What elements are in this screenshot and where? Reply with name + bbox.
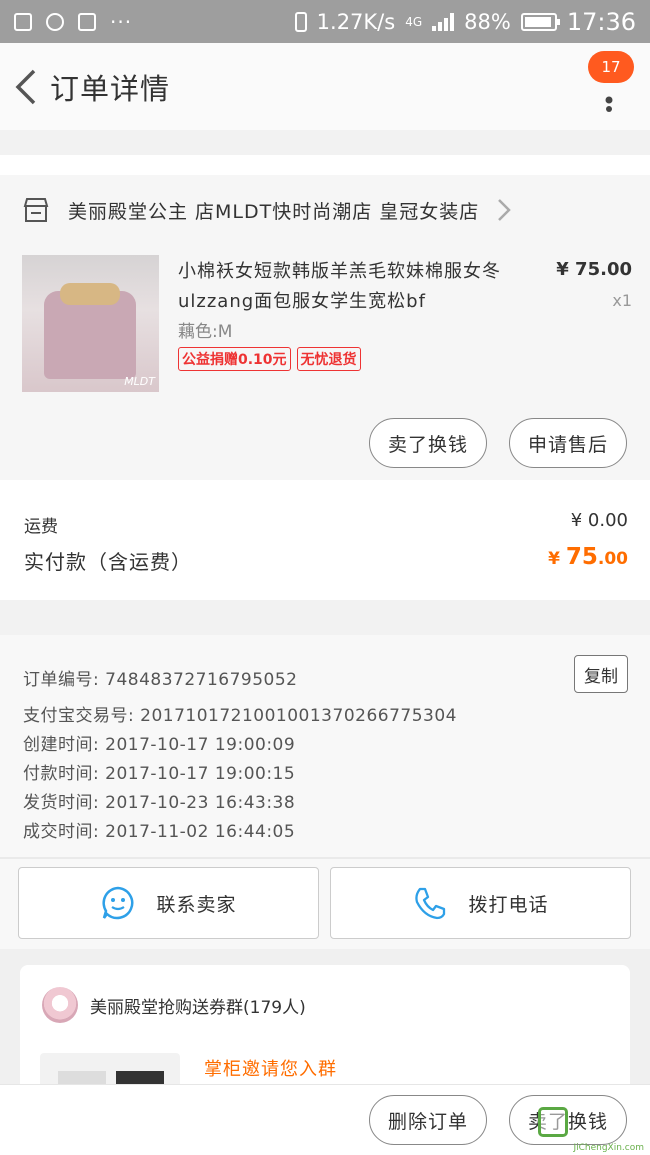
status-left: ··· — [14, 10, 132, 34]
product-spec: 藕色:M — [178, 322, 233, 342]
shipping-label: 运费 — [24, 517, 58, 537]
totals-section: 运费 ¥ 0.00 实付款（含运费） ¥ 75.00 — [0, 480, 650, 600]
chevron-left-icon — [15, 69, 36, 104]
sell-for-cash-button-bottom[interactable]: 卖了换钱 — [509, 1095, 627, 1145]
battery-icon — [520, 12, 560, 31]
completed-time: 成交时间: 2017-11-02 16:44:05 — [23, 822, 296, 842]
shop-name: 美丽殿堂公主 店MLDT快时尚潮店 皇冠女装店 — [68, 200, 480, 223]
clock: 17:36 — [566, 7, 636, 36]
product-title[interactable]: 小棉袄女短款韩版羊羔毛软妹棉服女冬ulzzang面包服女学生宽松bf — [178, 257, 518, 317]
network-speed: 1.27K/s — [316, 9, 396, 34]
chat-bubble-icon — [102, 886, 134, 920]
page-title: 订单详情 — [50, 71, 171, 106]
call-phone-label: 拨打电话 — [468, 893, 549, 916]
product-item: MLDT 小棉袄女短款韩版羊羔毛软妹棉服女冬ulzzang面包服女学生宽松bf … — [0, 245, 650, 480]
group-name: 美丽殿堂抢购送券群(179人) — [90, 998, 306, 1018]
status-right: 1.27K/s 4G 88% 17:36 — [294, 7, 636, 36]
collar-illustration — [60, 283, 120, 305]
shipped-time: 发货时间: 2017-10-23 16:43:38 — [23, 793, 296, 813]
product-price: ¥ 75.00 — [556, 259, 632, 280]
bottom-action-bar: 删除订单 卖了换钱 JiChengXin.com — [0, 1084, 650, 1155]
image-watermark: MLDT — [124, 375, 155, 388]
divider — [0, 600, 650, 635]
shipping-value: ¥ 0.00 — [570, 510, 628, 531]
nav-header: 订单详情 17 — [0, 43, 650, 130]
product-tags: 公益捐赠0.10元 无忧退货 — [178, 347, 361, 371]
delete-order-button[interactable]: 删除订单 — [369, 1095, 487, 1145]
network-type: 4G — [405, 14, 423, 29]
paid-integer: 75 — [565, 544, 598, 570]
copy-button[interactable]: 复制 — [574, 655, 628, 693]
group-section: 美丽殿堂抢购送券群(179人) 掌柜邀请您入群 — [0, 949, 650, 1113]
group-avatar — [42, 987, 78, 1023]
free-return-tag: 无忧退货 — [296, 347, 361, 371]
paid-currency: ¥ — [548, 549, 566, 569]
site-watermark: JiChengXin.com — [573, 1143, 644, 1153]
more-vertical-icon — [605, 96, 613, 112]
screenshot-icon — [78, 12, 96, 31]
after-sale-button[interactable]: 申请售后 — [509, 418, 627, 468]
vibrate-icon — [294, 11, 307, 32]
back-button[interactable] — [6, 43, 46, 130]
contact-seller-button[interactable]: 联系卖家 — [18, 867, 319, 939]
gallery-icon — [14, 12, 32, 31]
paid-amount: ¥ 75.00 — [548, 544, 628, 570]
order-info: 订单编号: 74848372716795052 支付宝交易号: 20171017… — [0, 635, 650, 857]
phone-icon — [415, 887, 446, 920]
battery-percent: 88% — [464, 9, 511, 34]
product-image[interactable]: MLDT — [22, 255, 159, 392]
group-invite-text[interactable]: 掌柜邀请您入群 — [204, 1055, 337, 1081]
product-quantity: x1 — [612, 291, 632, 310]
message-badge[interactable]: 17 — [588, 51, 634, 83]
call-phone-button[interactable]: 拨打电话 — [330, 867, 631, 939]
contact-section: 联系卖家 拨打电话 — [0, 859, 650, 949]
contact-seller-label: 联系卖家 — [156, 893, 237, 916]
order-number: 订单编号: 74848372716795052 — [23, 670, 298, 690]
chevron-right-icon — [498, 199, 512, 221]
shop-row[interactable]: 美丽殿堂公主 店MLDT快时尚潮店 皇冠女装店 — [0, 175, 650, 245]
watermark-logo-icon — [538, 1107, 568, 1137]
paid-time: 付款时间: 2017-10-17 19:00:15 — [23, 764, 296, 784]
record-icon — [46, 12, 64, 31]
alipay-trade-number: 支付宝交易号: 2017101721001001370266775304 — [23, 706, 457, 726]
more-notifications-icon: ··· — [110, 9, 133, 34]
status-bar: ··· 1.27K/s 4G 88% 17:36 — [0, 0, 650, 43]
paid-label: 实付款（含运费） — [24, 550, 192, 574]
sell-for-cash-button[interactable]: 卖了换钱 — [369, 418, 487, 468]
paid-decimal: .00 — [597, 549, 628, 569]
divider — [0, 130, 650, 155]
divider — [0, 155, 650, 175]
signal-icon — [432, 12, 455, 31]
store-icon — [23, 198, 49, 222]
charity-tag: 公益捐赠0.10元 — [178, 347, 291, 371]
created-time: 创建时间: 2017-10-17 19:00:09 — [23, 735, 296, 755]
